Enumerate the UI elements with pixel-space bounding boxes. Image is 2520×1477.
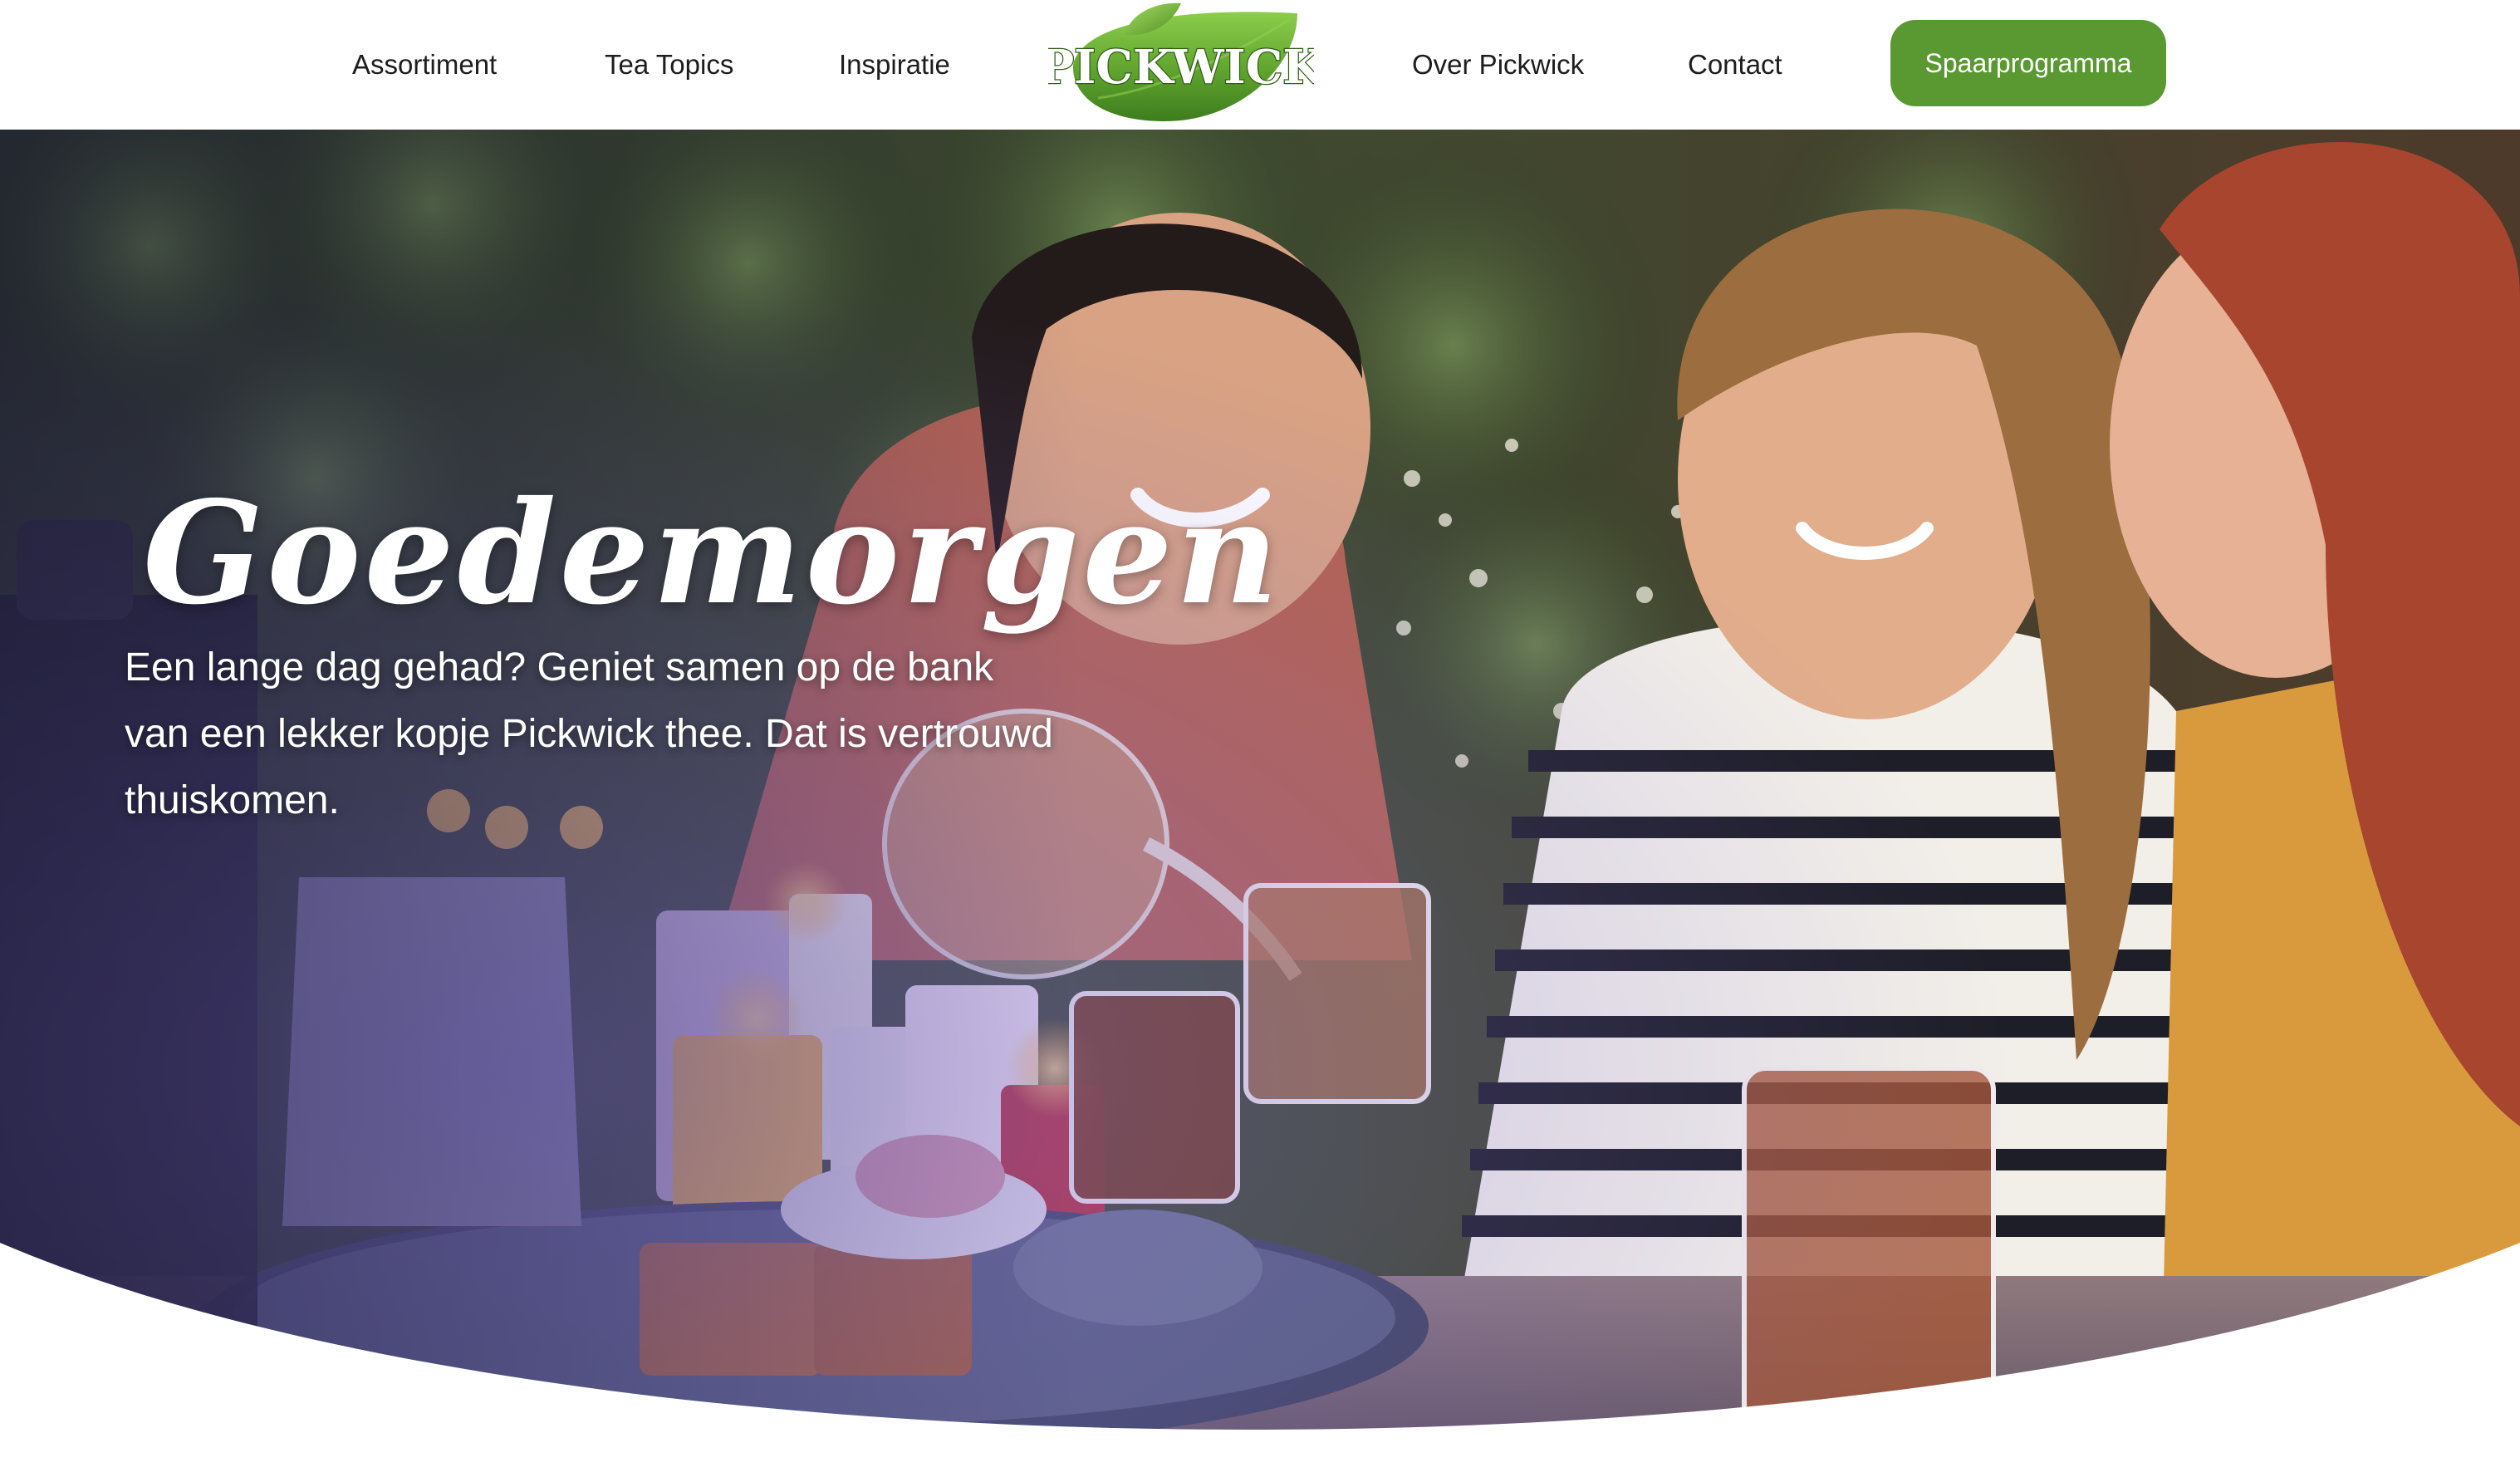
pickwick-leaf-logo-icon: PICKWICK [1048,2,1314,122]
logo-wordmark: PICKWICK [1048,40,1314,95]
nav-link-over-pickwick[interactable]: Over Pickwick [1412,0,1584,130]
hero-banner: Goedemorgen Een lange dag gehad? Geniet … [0,130,2520,1477]
main-navigation: Assortiment Tea Topics Inspiratie PICKWI… [0,0,2520,130]
nav-link-contact[interactable]: Contact [1688,0,1782,130]
spaarprogramma-button[interactable]: Spaarprogramma [1890,20,2166,106]
nav-link-assortiment[interactable]: Assortiment [352,0,497,130]
nav-link-tea-topics[interactable]: Tea Topics [605,0,733,130]
nav-link-inspiratie[interactable]: Inspiratie [839,0,950,130]
pickwick-logo[interactable]: PICKWICK [1048,0,1314,126]
hero-description: Een lange dag gehad? Geniet samen op de … [125,645,1053,822]
hero-title: Goedemorgen [143,469,1282,636]
